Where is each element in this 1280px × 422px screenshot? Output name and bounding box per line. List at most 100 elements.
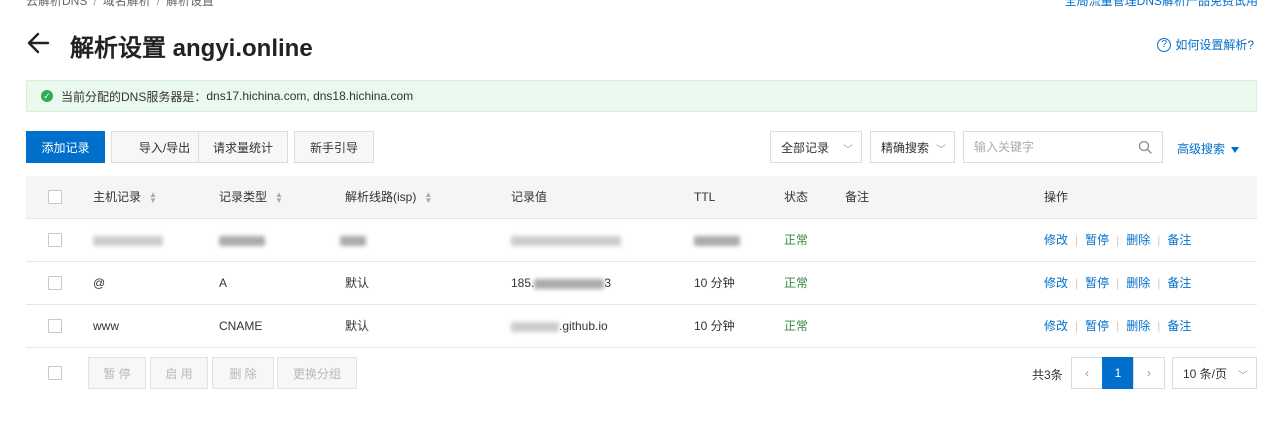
- column-header-ttl: TTL: [694, 190, 716, 204]
- question-icon: ?: [1157, 37, 1172, 52]
- row-checkbox[interactable]: [48, 233, 62, 247]
- column-header-type[interactable]: 记录类型 ▲ ▼: [219, 176, 283, 219]
- change-group-button[interactable]: 更换分组: [277, 357, 357, 389]
- remark-link[interactable]: 备注: [1167, 233, 1191, 247]
- caret-down-icon: [1231, 146, 1239, 153]
- chevron-left-icon: ‹: [1085, 366, 1089, 380]
- footer-select-all-checkbox[interactable]: [48, 366, 62, 380]
- page-size-value: 10 条/页: [1183, 366, 1228, 381]
- cell-host-redacted: [93, 219, 163, 262]
- row-checkbox[interactable]: [48, 319, 62, 333]
- search-input[interactable]: [964, 132, 1134, 162]
- table-row: www CNAME 默认 .github.io 10 分钟 正常 修改 | 暂停 | 删…: [26, 305, 1257, 348]
- cell-value: 185. 3: [511, 262, 611, 305]
- row-actions: 修改 | 暂停 | 删除 | 备注: [1044, 276, 1192, 290]
- beginner-guide-button[interactable]: 新手引导: [294, 131, 374, 163]
- cell-host: @: [93, 276, 106, 290]
- sort-icon[interactable]: ▲ ▼: [275, 190, 283, 204]
- notice-servers: dns17.hichina.com, dns18.hichina.com: [206, 89, 414, 103]
- toolbar: 添加记录 导入/导出 请求量统计 新手引导 全部记录 ﹀ 精确搜索 ﹀ 高级搜索: [26, 131, 1257, 163]
- delete-link[interactable]: 删除: [1126, 276, 1150, 290]
- remark-link[interactable]: 备注: [1167, 319, 1191, 333]
- search-icon[interactable]: [1138, 140, 1152, 154]
- breadcrumb-item-dns[interactable]: 云解析DNS: [26, 0, 87, 8]
- page-size-select[interactable]: 10 条/页 ﹀: [1172, 357, 1257, 389]
- pause-link[interactable]: 暂停: [1085, 319, 1109, 333]
- total-count: 共3条: [1032, 368, 1063, 382]
- column-header-line[interactable]: 解析线路(isp) ▲ ▼: [345, 176, 432, 219]
- cell-line: 默认: [345, 276, 370, 290]
- edit-link[interactable]: 修改: [1044, 276, 1068, 290]
- delete-link[interactable]: 删除: [1126, 319, 1150, 333]
- column-header-remark: 备注: [845, 190, 870, 204]
- cell-value-suffix: .github.io: [559, 319, 608, 333]
- select-all-checkbox[interactable]: [48, 190, 62, 204]
- table-row: 正常 修改 | 暂停 | 删除 | 备注: [26, 219, 1257, 262]
- row-checkbox[interactable]: [48, 276, 62, 290]
- cell-value-prefix: 185.: [511, 276, 535, 290]
- pause-link[interactable]: 暂停: [1085, 233, 1109, 247]
- table-row: @ A 默认 185. 3 10 分钟 正常 修改 | 暂停 | 删除 | 备注: [26, 262, 1257, 305]
- dns-records-table: 主机记录 ▲ ▼ 记录类型 ▲ ▼ 解析线路(isp) ▲ ▼ 记录值 TTL 状态 备注 …: [26, 176, 1257, 348]
- sort-icon[interactable]: ▲ ▼: [149, 190, 157, 204]
- cell-status: 正常: [784, 319, 809, 333]
- prev-page-button[interactable]: ‹: [1071, 357, 1103, 389]
- cell-host: www: [93, 319, 119, 333]
- request-stats-button[interactable]: 请求量统计: [198, 131, 288, 163]
- help-link[interactable]: ? 如何设置解析?: [1157, 36, 1254, 53]
- column-header-value: 记录值: [511, 190, 548, 204]
- back-arrow-icon[interactable]: [26, 30, 52, 56]
- table-footer: 暂 停 启 用 删 除 更换分组 共3条 ‹ 1 › 10 条/页 ﹀: [26, 356, 1257, 390]
- search-mode-value: 精确搜索: [881, 140, 930, 155]
- sort-icon[interactable]: ▲ ▼: [424, 190, 432, 204]
- cell-status: 正常: [784, 233, 809, 247]
- search-box: [963, 131, 1163, 163]
- advanced-search-toggle[interactable]: 高级搜索: [1177, 140, 1239, 157]
- chevron-down-icon: ﹀: [1238, 371, 1248, 382]
- cell-type-redacted: [219, 219, 265, 262]
- notice-label: 当前分配的DNS服务器是：: [61, 89, 207, 104]
- column-header-status: 状态: [784, 190, 809, 204]
- cell-ttl: 10 分钟: [694, 276, 735, 290]
- check-circle-icon: ✓: [41, 90, 53, 102]
- column-header-host[interactable]: 主机记录 ▲ ▼: [93, 176, 157, 219]
- cell-type: CNAME: [219, 319, 263, 333]
- cell-line-redacted: [340, 219, 366, 262]
- top-right-link[interactable]: 全局流量管理DNS解析产品免费试用: [1065, 0, 1258, 9]
- cell-value: .github.io: [511, 305, 608, 348]
- next-page-button[interactable]: ›: [1133, 357, 1165, 389]
- cell-type: A: [219, 276, 228, 290]
- page-title: 解析设置 angyi.online: [70, 35, 313, 62]
- help-link-label: 如何设置解析?: [1175, 38, 1254, 52]
- search-mode-select[interactable]: 精确搜索 ﹀: [870, 131, 955, 163]
- column-header-actions: 操作: [1044, 190, 1069, 204]
- chevron-down-icon: ﹀: [936, 145, 946, 156]
- batch-enable-button[interactable]: 启 用: [150, 357, 208, 389]
- chevron-right-icon: ›: [1147, 366, 1151, 380]
- row-actions: 修改 | 暂停 | 删除 | 备注: [1044, 319, 1192, 333]
- breadcrumb-item-resolution-settings: 解析设置: [166, 0, 215, 8]
- record-filter-value: 全部记录: [781, 140, 830, 155]
- breadcrumb-item-domain-resolution[interactable]: 域名解析: [103, 0, 151, 8]
- cell-value-suffix: 3: [604, 276, 612, 290]
- row-actions: 修改 | 暂停 | 删除 | 备注: [1044, 233, 1192, 247]
- dns-server-notice: ✓ 当前分配的DNS服务器是： dns17.hichina.com, dns18…: [26, 80, 1257, 112]
- pause-link[interactable]: 暂停: [1085, 276, 1109, 290]
- table-header: 主机记录 ▲ ▼ 记录类型 ▲ ▼ 解析线路(isp) ▲ ▼ 记录值 TTL 状态 备注 …: [26, 176, 1257, 219]
- add-record-button[interactable]: 添加记录: [26, 131, 105, 163]
- chevron-down-icon: ﹀: [843, 145, 853, 156]
- advanced-search-label: 高级搜索: [1176, 142, 1225, 156]
- cell-ttl-redacted: [694, 219, 740, 262]
- delete-link[interactable]: 删除: [1126, 233, 1150, 247]
- breadcrumb: 云解析DNS / 域名解析 / 解析设置: [26, 0, 214, 9]
- batch-delete-button[interactable]: 删 除: [212, 357, 274, 389]
- edit-link[interactable]: 修改: [1044, 319, 1068, 333]
- remark-link[interactable]: 备注: [1167, 276, 1191, 290]
- batch-pause-button[interactable]: 暂 停: [88, 357, 146, 389]
- cell-value-redacted: [511, 219, 621, 262]
- edit-link[interactable]: 修改: [1044, 233, 1068, 247]
- page-button-current[interactable]: 1: [1102, 357, 1134, 389]
- cell-status: 正常: [784, 276, 809, 290]
- record-filter-select[interactable]: 全部记录 ﹀: [770, 131, 862, 163]
- cell-ttl: 10 分钟: [694, 319, 735, 333]
